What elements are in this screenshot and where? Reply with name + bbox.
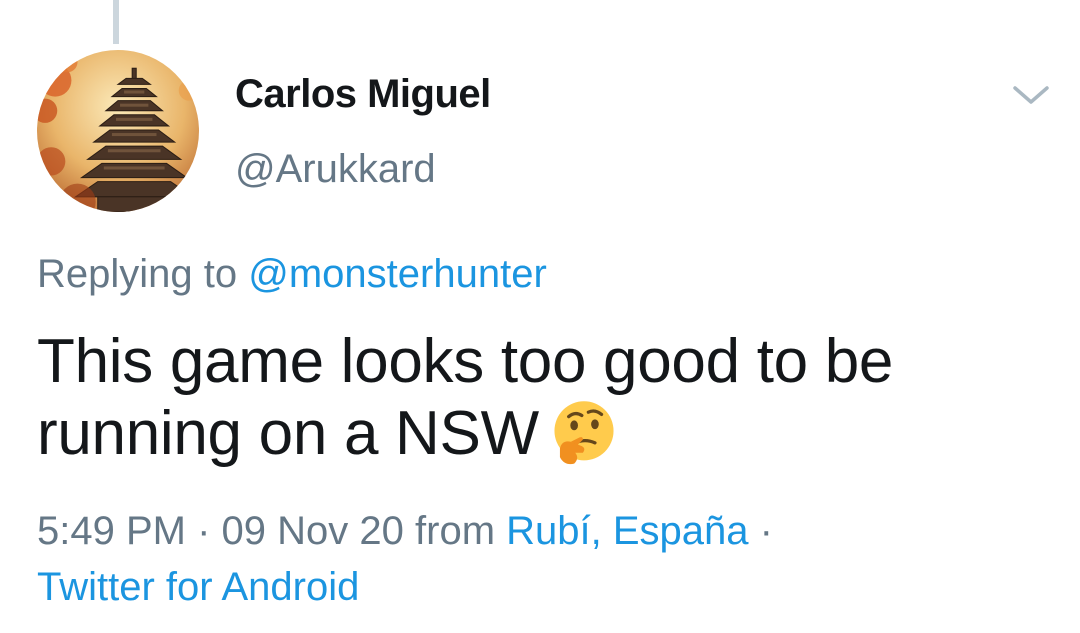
tweet-time: 5:49 PM xyxy=(37,509,186,553)
replying-to-mention-link[interactable]: @monsterhunter xyxy=(248,252,547,296)
tweet-text-line: This game looks too good to be xyxy=(37,327,894,396)
replying-prefix: Replying to xyxy=(37,252,238,296)
location-link[interactable]: Rubí, España xyxy=(506,509,748,553)
tweet-menu-button[interactable] xyxy=(1010,80,1052,110)
tweet-text-line-content: running on a NSW xyxy=(37,399,539,468)
pagoda-avatar-icon xyxy=(37,50,199,212)
tweet-meta: 5:49 PM · 09 Nov 20 from Rubí, España · … xyxy=(37,503,1047,615)
tweet-text-line: running on a NSW xyxy=(37,398,1047,470)
thread-connector-line xyxy=(113,0,119,44)
tweet-text: This game looks too good to be running o… xyxy=(37,326,1047,470)
display-name[interactable]: Carlos Miguel xyxy=(235,72,491,117)
thinking-face-icon xyxy=(554,401,614,465)
user-handle[interactable]: @Arukkard xyxy=(235,147,436,192)
avatar[interactable] xyxy=(37,50,199,212)
meta-separator: · xyxy=(197,509,211,553)
meta-separator: · xyxy=(759,509,773,553)
from-word: from xyxy=(415,509,496,553)
client-link[interactable]: Twitter for Android xyxy=(37,565,359,609)
chevron-down-icon xyxy=(1013,86,1049,104)
thinking-face-emoji xyxy=(549,398,619,468)
tweet-date: 09 Nov 20 xyxy=(221,509,404,553)
replying-to-line: Replying to @monsterhunter xyxy=(37,252,547,297)
